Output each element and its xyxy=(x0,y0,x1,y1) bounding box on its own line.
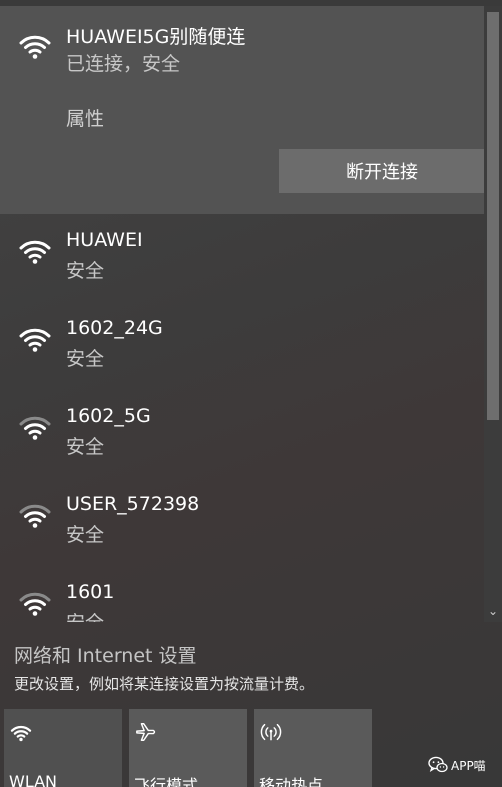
wifi-icon xyxy=(10,721,32,743)
network-name: USER_572398 xyxy=(66,493,200,515)
network-status: 安全 xyxy=(66,608,104,622)
network-settings-link[interactable]: 网络和 Internet 设置 xyxy=(14,641,197,668)
disconnect-button[interactable]: 断开连接 xyxy=(279,149,485,193)
quick-action-airplane-mode[interactable]: 飞行模式 xyxy=(129,709,247,787)
network-item-1602-5g[interactable]: 1602_5G 安全 xyxy=(0,390,484,478)
properties-link[interactable]: 属性 xyxy=(66,104,104,131)
network-status: 安全 xyxy=(66,260,105,282)
watermark-text: APP喵 xyxy=(451,758,486,773)
network-name: HUAWEI xyxy=(66,229,143,251)
network-name: 1601 xyxy=(66,581,115,603)
connected-network-card[interactable]: HUAWEI5G别随便连 已连接，安全 属性 断开连接 xyxy=(0,6,485,214)
wifi-medium-icon xyxy=(18,499,52,529)
network-item-1602-24g[interactable]: 1602_24G 安全 xyxy=(0,302,484,390)
quick-action-wlan[interactable]: WLAN xyxy=(4,709,122,787)
wifi-strong-icon xyxy=(18,323,52,353)
quick-action-mobile-hotspot[interactable]: 移动热点 xyxy=(254,709,372,787)
connected-network-status: 已连接，安全 xyxy=(66,53,181,75)
network-status: 安全 xyxy=(66,348,105,370)
wifi-flyout-panel: HUAWEI5G别随便连 已连接，安全 属性 断开连接 HUAWEI 安全 16… xyxy=(0,0,502,787)
connected-network-name: HUAWEI5G别随便连 xyxy=(66,26,246,48)
watermark: APP喵 xyxy=(428,754,486,776)
tile-label: 飞行模式 xyxy=(134,776,199,787)
tile-label: WLAN xyxy=(9,772,58,787)
airplane-icon xyxy=(135,721,157,743)
tile-label: 移动热点 xyxy=(259,776,324,787)
network-name: 1602_5G xyxy=(66,405,151,427)
network-settings-description: 更改设置，例如将某连接设置为按流量计费。 xyxy=(14,675,315,693)
scrollbar[interactable]: ⌄ xyxy=(484,6,502,622)
scroll-down-icon[interactable]: ⌄ xyxy=(484,602,502,620)
wechat-icon xyxy=(428,756,448,774)
wifi-medium-icon xyxy=(18,411,52,441)
wifi-strong-icon xyxy=(18,30,52,60)
network-item-huawei[interactable]: HUAWEI 安全 xyxy=(0,214,484,302)
wifi-medium-icon xyxy=(18,587,52,617)
network-item-1601[interactable]: 1601 安全 xyxy=(0,566,484,622)
network-status: 安全 xyxy=(66,524,105,546)
network-item-user-572398[interactable]: USER_572398 安全 xyxy=(0,478,484,566)
network-name: 1602_24G xyxy=(66,317,163,339)
scrollbar-thumb[interactable] xyxy=(487,12,499,420)
network-status: 安全 xyxy=(66,436,105,458)
network-list[interactable]: HUAWEI 安全 1602_24G 安全 1602_5G 安全 USER_57… xyxy=(0,214,484,622)
hotspot-icon xyxy=(260,721,282,743)
wifi-strong-icon xyxy=(18,235,52,265)
